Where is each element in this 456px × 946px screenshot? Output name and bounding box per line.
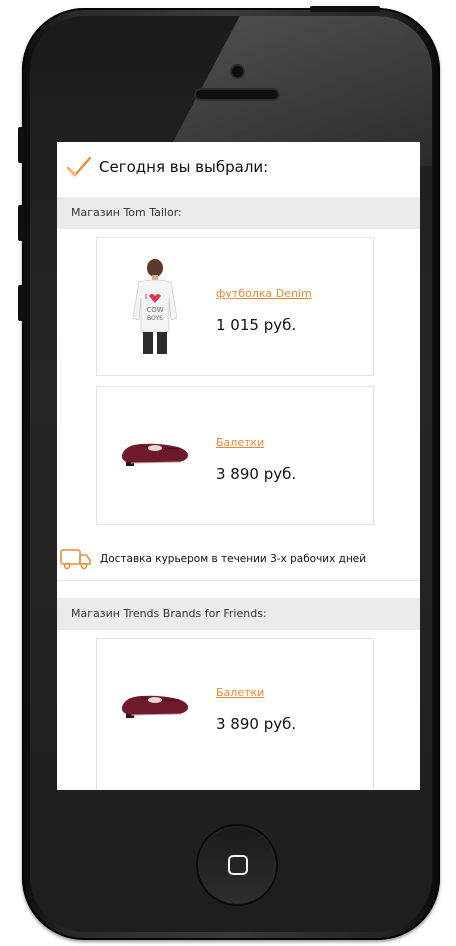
store-name: Магазин Tom Tailor: <box>71 206 182 219</box>
product-card[interactable]: COW BOYS I футболка Denim 1 015 руб. <box>96 237 374 376</box>
ballet-flat-image[interactable] <box>119 687 191 721</box>
volume-down-button[interactable] <box>18 285 24 321</box>
product-link[interactable]: Балетки <box>216 686 264 699</box>
selection-header: Сегодня вы выбрали: <box>57 142 420 192</box>
svg-text:I: I <box>145 293 147 301</box>
store-name: Магазин Trends Brands for Friends: <box>71 607 267 620</box>
earpiece-speaker <box>196 90 278 99</box>
product-card[interactable]: Балетки 3 890 руб. <box>96 386 374 525</box>
power-button[interactable] <box>310 6 380 12</box>
ballet-flat-image[interactable] <box>119 435 191 469</box>
truck-icon <box>60 549 91 570</box>
svg-text:BOYS: BOYS <box>147 315 163 322</box>
front-camera <box>232 66 243 77</box>
product-link[interactable]: Балетки <box>216 436 264 449</box>
volume-up-button[interactable] <box>18 205 24 241</box>
mute-switch[interactable] <box>18 127 24 163</box>
product-price: 1 015 руб. <box>216 316 297 334</box>
delivery-info: Доставка курьером в течении 3-х рабочих … <box>57 540 420 581</box>
home-square-icon <box>228 855 248 875</box>
product-price: 3 890 руб. <box>216 715 297 733</box>
checkmark-icon <box>66 156 92 177</box>
product-link[interactable]: футболка Denim <box>216 287 312 300</box>
phone-screen: Сегодня вы выбрали: Магазин Tom Tailor: … <box>57 142 420 790</box>
product-card[interactable]: Балетки 3 890 руб. <box>96 638 374 790</box>
tshirt-image[interactable]: COW BOYS I <box>127 258 183 358</box>
page-title: Сегодня вы выбрали: <box>99 158 269 176</box>
svg-text:COW: COW <box>146 306 163 314</box>
store-header: Магазин Tom Tailor: <box>57 197 420 229</box>
delivery-text: Доставка курьером в течении 3-х рабочих … <box>100 553 367 565</box>
store-header: Магазин Trends Brands for Friends: <box>57 598 420 630</box>
product-price: 3 890 руб. <box>216 465 297 483</box>
